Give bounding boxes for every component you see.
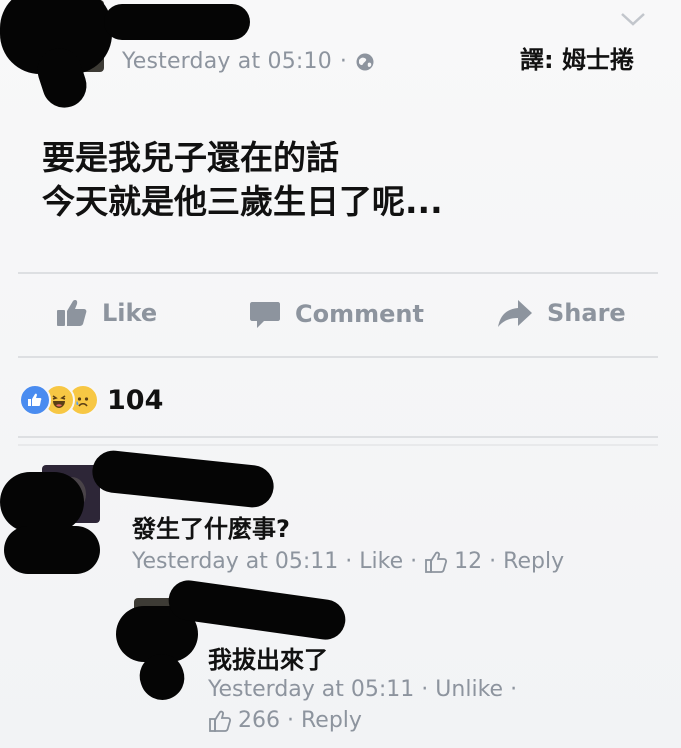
post-body: 要是我兒子還在的話 今天就是他三歲生日了呢... bbox=[42, 136, 443, 224]
reactions-summary[interactable]: 104 bbox=[19, 384, 163, 416]
comment-meta: Yesterday at 05:11 · Like · 12 · Reply bbox=[132, 549, 565, 574]
redaction-mark bbox=[0, 472, 84, 532]
redaction-mark bbox=[104, 4, 250, 40]
thumbs-up-icon bbox=[57, 300, 87, 326]
globe-icon[interactable] bbox=[355, 52, 375, 72]
comment-label: Comment bbox=[295, 300, 424, 328]
like-button[interactable]: Like bbox=[56, 298, 157, 328]
reply-like-count: 266 bbox=[238, 708, 280, 733]
comment-timestamp[interactable]: Yesterday at 05:11 bbox=[132, 549, 338, 574]
share-label: Share bbox=[547, 299, 626, 327]
reply-text: 我拔出來了 bbox=[208, 646, 328, 674]
comment-bubble-icon bbox=[250, 302, 280, 328]
reply-unlike-link[interactable]: Unlike bbox=[435, 677, 503, 702]
comment-like-count: 12 bbox=[454, 549, 483, 574]
comment-button[interactable]: Comment bbox=[249, 298, 424, 330]
post-timestamp[interactable]: Yesterday at 05:10 bbox=[122, 49, 332, 74]
comment-text: 發生了什麼事? bbox=[132, 515, 290, 543]
share-button[interactable]: Share bbox=[497, 298, 626, 328]
redaction-mark bbox=[4, 526, 100, 574]
reply-reply-link[interactable]: Reply bbox=[301, 708, 362, 733]
reaction-count: 104 bbox=[107, 384, 164, 416]
like-outline-icon bbox=[209, 710, 232, 732]
like-reaction-icon bbox=[19, 384, 51, 416]
meta-separator: · bbox=[339, 49, 348, 74]
comment-reply-link[interactable]: Reply bbox=[503, 549, 564, 574]
redaction-mark bbox=[90, 448, 276, 510]
share-arrow-icon bbox=[498, 300, 532, 327]
chevron-down-icon[interactable] bbox=[619, 10, 647, 28]
post-meta: Yesterday at 05:10 · bbox=[122, 49, 375, 74]
reply-meta: Yesterday at 05:11 · Unlike · bbox=[208, 677, 518, 702]
divider bbox=[18, 444, 658, 446]
post-line: 今天就是他三歲生日了呢... bbox=[42, 182, 443, 221]
like-outline-icon bbox=[425, 551, 448, 573]
facebook-post-screenshot: Yesterday at 05:10 · 譯: 姆士捲 要是我兒子還在的話 今天… bbox=[0, 0, 681, 748]
comment-like-link[interactable]: Like bbox=[359, 549, 403, 574]
translator-credit: 譯: 姆士捲 bbox=[520, 46, 634, 74]
reply-timestamp[interactable]: Yesterday at 05:11 bbox=[208, 677, 414, 702]
divider bbox=[18, 436, 658, 438]
divider bbox=[18, 272, 658, 274]
post-line: 要是我兒子還在的話 bbox=[42, 138, 339, 177]
divider bbox=[18, 356, 658, 358]
reply-meta-line2: 266 · Reply bbox=[208, 708, 362, 733]
like-label: Like bbox=[102, 299, 158, 327]
